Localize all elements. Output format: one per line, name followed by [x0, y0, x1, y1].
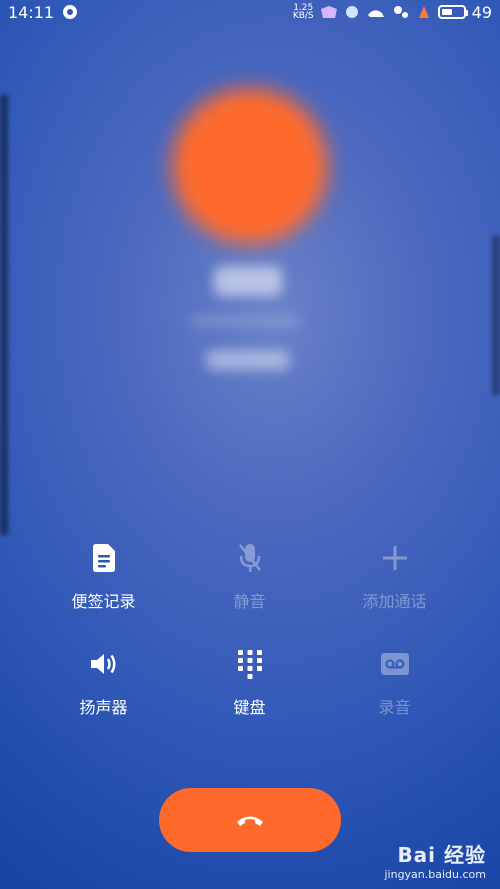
app-notification-icon: [418, 6, 429, 18]
battery-level: [441, 9, 452, 15]
app-notification-icon: [320, 6, 337, 18]
voicemail-icon: [380, 653, 409, 675]
notification-icon: [63, 5, 78, 19]
caller-name: [214, 266, 282, 296]
speaker-icon: [90, 654, 115, 674]
speaker-button[interactable]: 扬声器: [31, 646, 176, 718]
status-bar: 14:11 1.25 KB/S 49: [0, 0, 500, 24]
caller-location: [190, 316, 300, 326]
battery-percent: 49: [471, 2, 492, 22]
record-button[interactable]: 录音: [322, 646, 467, 718]
clock: 14:11: [8, 2, 55, 22]
add-call-button[interactable]: 添加通话: [322, 540, 467, 612]
network-speed: 1.25 KB/S: [292, 3, 314, 21]
app-notification-icon: [393, 6, 408, 18]
caller-avatar: [172, 88, 328, 244]
note-icon: [92, 544, 115, 572]
left-edge-shadow: [0, 95, 8, 535]
keypad-button[interactable]: 键盘: [177, 646, 322, 718]
keypad-icon: [237, 650, 262, 679]
call-status: [206, 350, 290, 370]
notes-button[interactable]: 便签记录: [31, 540, 176, 612]
end-call-button[interactable]: [159, 788, 341, 852]
step-counter-icon: [367, 10, 384, 17]
hang-up-icon: [237, 816, 263, 826]
battery-icon: [437, 5, 468, 19]
right-edge-shadow: [492, 235, 500, 395]
baidu-jingyan-watermark: Bai 经验 jingyan.baidu.com: [384, 843, 486, 881]
mute-button[interactable]: 静音: [177, 540, 322, 612]
plus-icon: [382, 546, 407, 570]
app-notification-icon: [345, 6, 358, 18]
mic-off-icon: [238, 544, 261, 572]
